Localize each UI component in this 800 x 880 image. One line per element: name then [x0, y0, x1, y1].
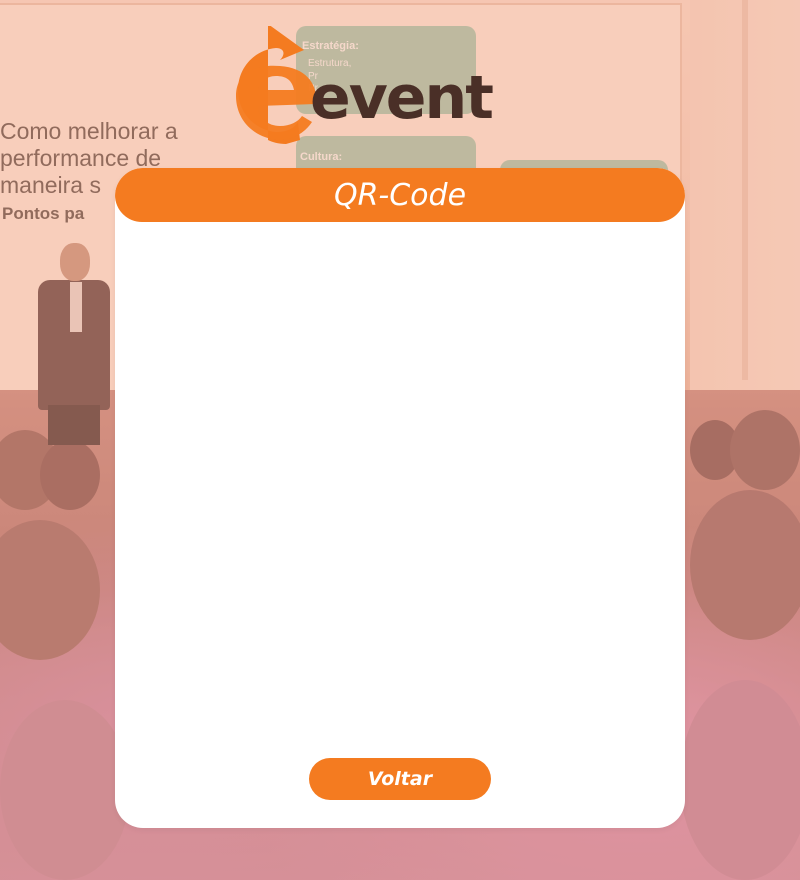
event-logo: event	[228, 26, 510, 146]
modal-title: QR-Code	[333, 177, 467, 213]
modal-header: QR-Code	[115, 168, 685, 222]
logo-wordmark: event	[310, 63, 494, 133]
qr-code-area	[155, 248, 645, 808]
qr-code-modal: QR-Code Voltar	[115, 168, 685, 828]
back-button[interactable]: Voltar	[309, 758, 491, 800]
